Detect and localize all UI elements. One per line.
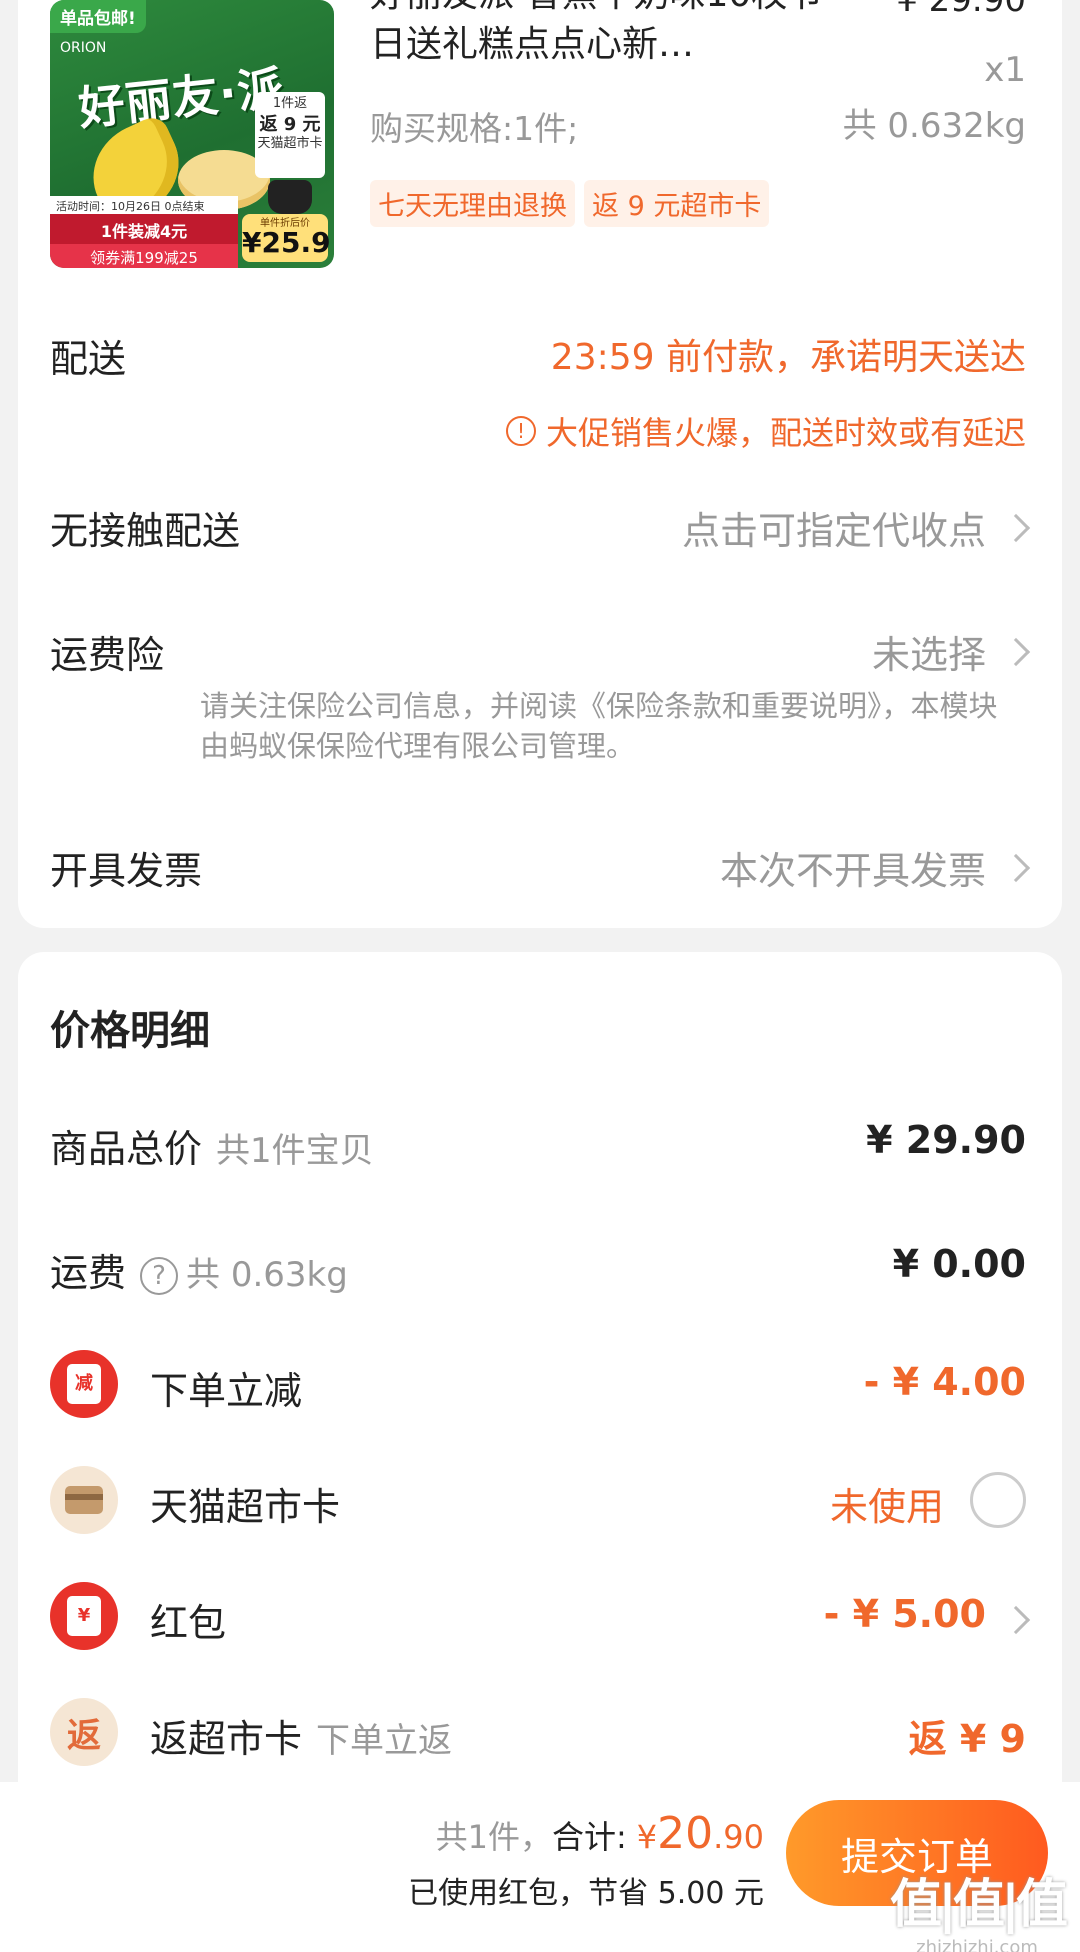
goods-total-row: 商品总价 共1件宝贝 bbox=[50, 1118, 374, 1173]
shipping-row: 运费? 共 0.63kg bbox=[50, 1242, 348, 1297]
goods-total-amount: ¥ 29.90 bbox=[866, 1118, 1026, 1162]
thumb-tag: 单品包邮! bbox=[50, 0, 146, 33]
tmall-card-status: 未使用 bbox=[829, 1485, 944, 1529]
delivery-warning-text: 大促销售火爆，配送时效或有延迟 bbox=[545, 414, 1026, 452]
watermark: 值|值|值 zhizhizhi.com bbox=[890, 1862, 1068, 1952]
shipping-amount: ¥ 0.00 bbox=[892, 1242, 1026, 1286]
watermark-logo: 值|值|值 bbox=[890, 1875, 1068, 1935]
chevron-right-icon bbox=[1001, 513, 1031, 543]
tmall-card-radio[interactable] bbox=[970, 1472, 1026, 1528]
rebate-row: 返超市卡 下单立返 bbox=[150, 1708, 452, 1763]
thumb-rebate-badge: 1件返 返 9 元 天猫超市卡 bbox=[255, 92, 325, 178]
tmall-card-label: 天猫超市卡 bbox=[150, 1485, 341, 1529]
product-spec: 购买规格:1件; bbox=[370, 109, 579, 148]
item-count: 共1件， bbox=[435, 1818, 552, 1856]
rebate-tag: 返 9 元超市卡 bbox=[584, 180, 770, 227]
rebate-icon-text: 返 bbox=[67, 1715, 101, 1756]
discount-label: 下单立减 bbox=[150, 1369, 303, 1413]
delivery-promise: 23:59 前付款，承诺明天送达 bbox=[550, 337, 1026, 378]
contactless-value: 点击可指定代收点 bbox=[681, 509, 986, 553]
product-price: ¥ 29.90 bbox=[896, 0, 1026, 20]
shipping-weight: 共 0.63kg bbox=[186, 1255, 348, 1295]
thumb-price-value: ¥25.9 bbox=[242, 226, 331, 259]
product-weight: 共 0.632kg bbox=[842, 106, 1026, 146]
invoice-value: 本次不开具发票 bbox=[719, 849, 986, 893]
red-packet-amount: - ¥ 5.00 bbox=[823, 1592, 986, 1636]
rebate-icon: 返 bbox=[50, 1698, 118, 1766]
thumb-date: 活动时间：10月26日 0点结束 bbox=[50, 196, 238, 216]
checkout-bar: 共1件， 合计: ¥ 20 .90 已使用红包，节省 5.00 元 提交订单 值… bbox=[0, 1782, 1080, 1952]
total-label: 合计: bbox=[551, 1818, 627, 1856]
red-packet-icon: ¥ bbox=[50, 1582, 118, 1650]
badge-top: 1件返 bbox=[272, 96, 308, 111]
discount-amount: - ¥ 4.00 bbox=[863, 1360, 1026, 1404]
discount-icon: 减 bbox=[50, 1350, 118, 1418]
delivery-label: 配送 bbox=[50, 337, 127, 381]
chevron-right-icon bbox=[1001, 853, 1031, 883]
shipping-label: 运费 bbox=[50, 1251, 127, 1295]
product-thumbnail[interactable]: 单品包邮! ORION 好丽友·派 1件返 返 9 元 天猫超市卡 活动时间：1… bbox=[50, 0, 334, 268]
discount-icon-text: 减 bbox=[67, 1364, 101, 1404]
invoice-label: 开具发票 bbox=[50, 849, 203, 893]
delivery-warning: ! 大促销售火爆，配送时效或有延迟 bbox=[505, 408, 1026, 454]
badge-mid: 返 9 元 bbox=[259, 113, 321, 135]
help-icon[interactable]: ? bbox=[140, 1256, 179, 1295]
rebate-amount: 返 ¥ 9 bbox=[908, 1717, 1026, 1761]
thumb-brand: ORION bbox=[60, 40, 107, 56]
thumb-coupon: 领券满199减25 bbox=[50, 244, 238, 268]
order-card: 单品包邮! ORION 好丽友·派 1件返 返 9 元 天猫超市卡 活动时间：1… bbox=[18, 0, 1062, 928]
chevron-right-icon bbox=[1001, 637, 1031, 667]
rebate-label: 返超市卡 bbox=[150, 1717, 303, 1761]
insurance-label: 运费险 bbox=[50, 633, 165, 677]
total-currency: ¥ bbox=[636, 1818, 658, 1856]
rebate-sub: 下单立返 bbox=[316, 1721, 453, 1761]
total-amount-main: 20 bbox=[657, 1808, 714, 1859]
card-icon-shape bbox=[65, 1486, 103, 1514]
thumb-price: 单件折后价 ¥25.9 bbox=[242, 214, 331, 262]
product-title[interactable]: 好丽友派 香蕉牛奶味10枚节日送礼糕点点心新… bbox=[370, 0, 830, 70]
insurance-value: 未选择 bbox=[871, 633, 986, 677]
contactless-label: 无接触配送 bbox=[50, 509, 241, 553]
red-packet-icon-text: ¥ bbox=[67, 1596, 101, 1636]
card-icon bbox=[50, 1466, 118, 1534]
badge-bottom: 天猫超市卡 bbox=[257, 136, 323, 152]
product-quantity: x1 bbox=[984, 50, 1026, 90]
red-packet-label: 红包 bbox=[150, 1601, 227, 1645]
thumb-promo: 1件装减4元 bbox=[50, 214, 238, 246]
watermark-url: zhizhizhi.com bbox=[916, 1937, 1038, 1952]
goods-total-label: 商品总价 bbox=[50, 1127, 203, 1171]
price-detail-title: 价格明细 bbox=[50, 1008, 210, 1054]
tmall-cat-icon bbox=[268, 180, 312, 214]
warning-icon: ! bbox=[505, 416, 536, 446]
return-policy-tag: 七天无理由退换 bbox=[370, 180, 575, 227]
chevron-right-icon bbox=[1001, 1605, 1031, 1635]
total-line: 共1件， 合计: ¥ 20 .90 bbox=[436, 1808, 764, 1859]
goods-count: 共1件宝贝 bbox=[216, 1131, 374, 1171]
total-amount-decimal: .90 bbox=[713, 1818, 764, 1856]
savings-note: 已使用红包，节省 5.00 元 bbox=[408, 1876, 764, 1911]
insurance-note[interactable]: 请关注保险公司信息，并阅读《保险条款和重要说明》，本模块由蚂蚁保保险代理有限公司… bbox=[200, 686, 1000, 766]
